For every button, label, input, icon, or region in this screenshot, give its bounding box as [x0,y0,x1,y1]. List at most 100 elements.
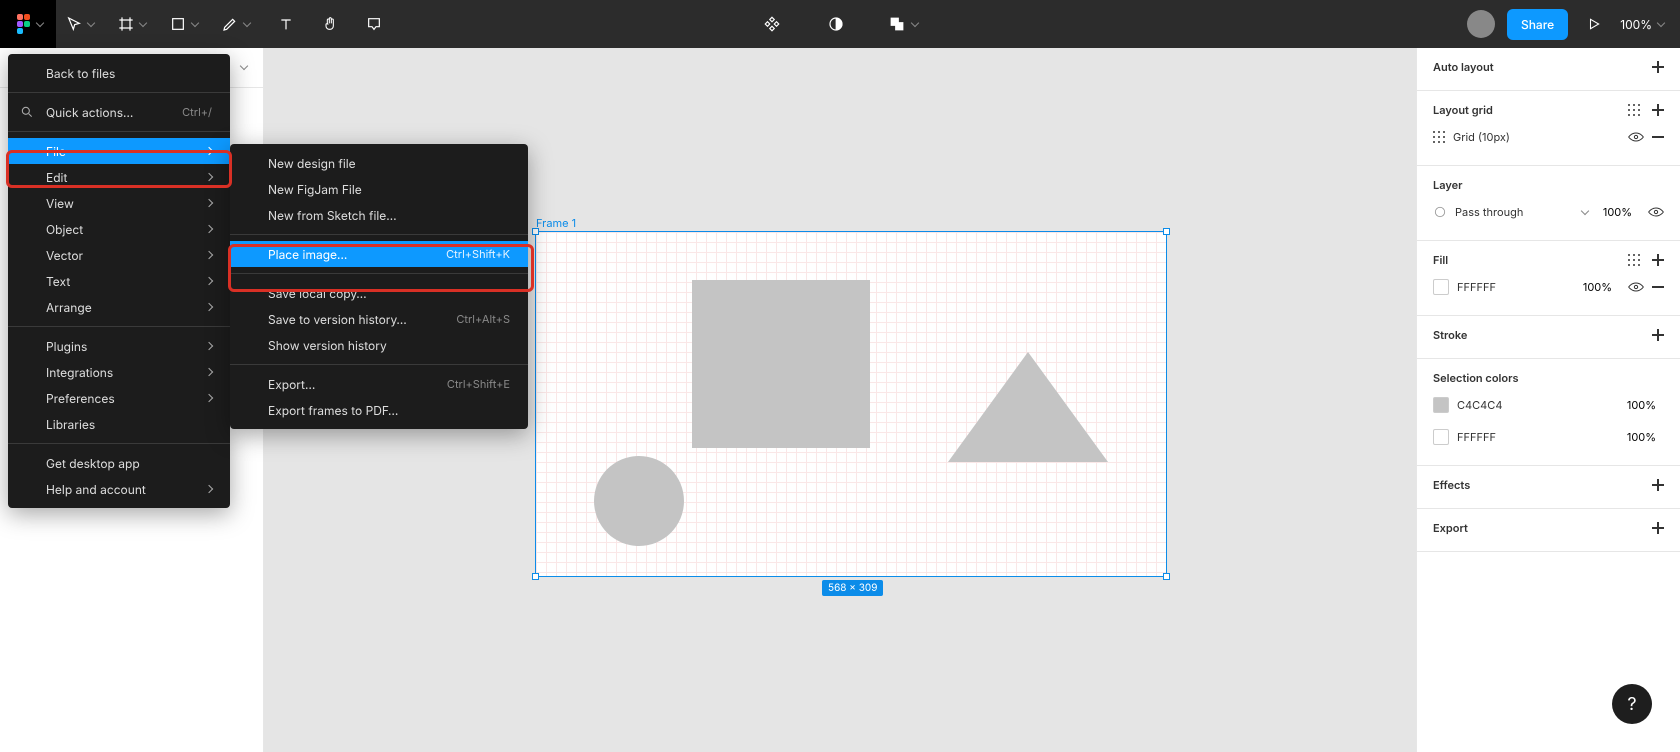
menu-text[interactable]: Text [8,268,230,294]
frame-tool[interactable] [108,0,160,48]
chevron-down-icon [911,18,919,26]
right-panel: Auto layout Layout grid Grid (10px) [1416,48,1680,752]
layer-label: Layer [1433,178,1463,192]
selection-handle[interactable] [532,228,539,235]
move-tool[interactable] [56,0,108,48]
pen-tool[interactable] [212,0,264,48]
menu-new-from-sketch[interactable]: New from Sketch file… [230,202,528,228]
fill-color-hex[interactable]: FFFFFF [1457,280,1568,294]
visibility-toggle[interactable] [1628,131,1644,143]
share-button[interactable]: Share [1507,9,1568,40]
selcolor-hex-1[interactable]: C4C4C4 [1457,398,1612,412]
add-export-button[interactable] [1652,522,1664,534]
selection-handle[interactable] [532,573,539,580]
add-grid-button[interactable] [1652,104,1664,116]
comment-tool[interactable] [352,0,396,48]
mask-icon [827,15,845,33]
frame[interactable] [536,232,1166,576]
shape-rectangle[interactable] [692,280,870,448]
fill-label: Fill [1433,253,1448,267]
fill-style-button[interactable] [1628,254,1640,266]
section-layout-grid: Layout grid Grid (10px) [1417,91,1680,166]
selection-handle[interactable] [1163,228,1170,235]
cursor-icon [66,16,82,32]
grid-options-button[interactable] [1628,104,1640,116]
menu-show-history[interactable]: Show version history [230,332,528,358]
pen-icon [222,16,238,32]
tools-group [56,0,396,48]
menu-view[interactable]: View [8,190,230,216]
frame-label[interactable]: Frame 1 [536,216,576,230]
shape-ellipse[interactable] [594,456,684,546]
text-tool[interactable] [264,0,308,48]
mask-button[interactable] [814,0,858,48]
export-label: Export [1433,521,1468,535]
add-stroke-button[interactable] [1652,329,1664,341]
section-auto-layout: Auto layout [1417,48,1680,91]
menu-export-pdf[interactable]: Export frames to PDF… [230,397,528,423]
menu-help[interactable]: Help and account [8,476,230,502]
menu-save-version[interactable]: Save to version history…Ctrl+Alt+S [230,306,528,332]
menu-place-image[interactable]: Place image…Ctrl+Shift+K [230,241,528,267]
menu-quick-actions[interactable]: Quick actions…Ctrl+/ [8,99,230,125]
menu-export[interactable]: Export…Ctrl+Shift+E [230,371,528,397]
grid-description[interactable]: Grid (10px) [1453,130,1620,144]
menu-arrange[interactable]: Arrange [8,294,230,320]
components-button[interactable] [750,0,794,48]
visibility-toggle[interactable] [1628,281,1644,293]
main-menu-button[interactable] [0,0,56,48]
selection-handle[interactable] [1163,573,1170,580]
chevron-down-icon[interactable] [1581,206,1589,214]
remove-grid-button[interactable] [1652,136,1664,138]
add-effect-button[interactable] [1652,479,1664,491]
grid-type-icon[interactable] [1433,131,1445,143]
menu-save-local[interactable]: Save local copy… [230,280,528,306]
layer-opacity-input[interactable] [1596,204,1640,220]
hand-tool[interactable] [308,0,352,48]
text-icon [278,16,294,32]
menu-plugins[interactable]: Plugins [8,333,230,359]
menu-libraries[interactable]: Libraries [8,411,230,437]
dimension-badge: 568 × 309 [822,580,883,596]
section-selection-colors: Selection colors C4C4C4 FFFFFF [1417,359,1680,466]
blend-mode-select[interactable]: Pass through [1455,205,1574,219]
remove-fill-button[interactable] [1652,286,1664,288]
shape-polygon[interactable] [948,352,1108,462]
menu-new-design-file[interactable]: New design file [230,150,528,176]
chevron-down-icon[interactable] [240,62,248,70]
boolean-button[interactable] [878,0,930,48]
section-stroke: Stroke [1417,316,1680,359]
menu-vector[interactable]: Vector [8,242,230,268]
selcolor-pct-2[interactable] [1620,429,1664,445]
search-icon [20,105,34,119]
menu-back-to-files[interactable]: Back to files [8,60,230,86]
menu-integrations[interactable]: Integrations [8,359,230,385]
menu-edit[interactable]: Edit [8,164,230,190]
stroke-label: Stroke [1433,328,1467,342]
chevron-down-icon [87,18,95,26]
visibility-toggle[interactable] [1648,206,1664,218]
present-button[interactable] [1580,0,1608,48]
add-auto-layout-button[interactable] [1652,61,1664,73]
shape-tool[interactable] [160,0,212,48]
user-avatar[interactable] [1467,10,1495,38]
add-fill-button[interactable] [1652,254,1664,266]
menu-object[interactable]: Object [8,216,230,242]
chevron-down-icon [139,18,147,26]
selcolor-chip-2[interactable] [1433,429,1449,445]
selcolor-pct-1[interactable] [1620,397,1664,413]
help-button[interactable]: ? [1612,684,1652,724]
file-submenu: New design file New FigJam File New from… [230,144,528,429]
zoom-control[interactable]: 100% [1620,17,1664,32]
selcolor-chip-1[interactable] [1433,397,1449,413]
menu-get-desktop[interactable]: Get desktop app [8,450,230,476]
menu-new-figjam-file[interactable]: New FigJam File [230,176,528,202]
menu-file[interactable]: File [8,138,230,164]
menu-preferences[interactable]: Preferences [8,385,230,411]
fill-color-chip[interactable] [1433,279,1449,295]
fill-opacity-input[interactable] [1576,279,1620,295]
hand-icon [322,16,338,32]
selcolor-hex-2[interactable]: FFFFFF [1457,430,1612,444]
chevron-down-icon [36,18,44,26]
frame-icon [118,16,134,32]
